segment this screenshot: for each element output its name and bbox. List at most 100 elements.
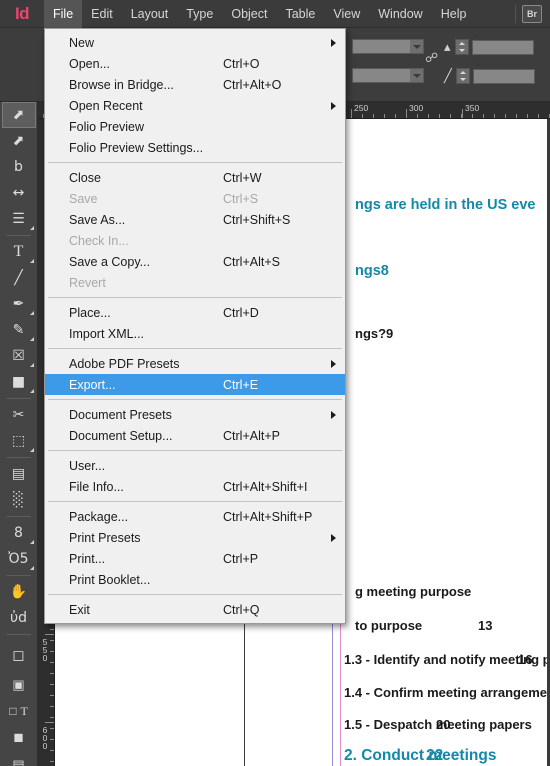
chevron-down-icon[interactable] [473,38,481,56]
menu-item-shortcut: Ctrl+O [223,57,259,71]
skew-icon: ╱ [444,68,452,84]
menubar-item-view[interactable]: View [324,0,369,28]
content-collector-tool[interactable]: ☰ [2,206,36,232]
gap-icon: ↔ [13,185,25,201]
screen-mode-icon: ▤ [12,757,24,766]
menu-item-save: Save Ctrl+S [45,188,345,209]
apply-color-swatch[interactable]: ▣ [2,672,36,698]
pencil-tool[interactable]: ✎ [2,317,36,343]
fill-stroke-icon: ◻ [12,646,24,664]
menu-item-close[interactable]: Close Ctrl+W [45,167,345,188]
note-icon: ὜8 [14,525,23,541]
menu-item-package[interactable]: Package... Ctrl+Alt+Shift+P [45,506,345,527]
ruler-tick [50,651,54,652]
menu-item-file-info[interactable]: File Info... Ctrl+Alt+Shift+I [45,476,345,497]
menubar-item-window[interactable]: Window [369,0,431,28]
submenu-arrow-icon [331,360,336,368]
skew-value-field[interactable] [473,69,535,84]
menubar-item-table[interactable]: Table [276,0,324,28]
chevron-down-icon[interactable] [410,69,423,82]
menu-separator [48,450,342,451]
ruler-tick [50,728,54,729]
rectangle-tool[interactable]: ■ [2,369,36,395]
menubar-item-type[interactable]: Type [177,0,222,28]
free-transform-tool[interactable]: ⬚ [2,428,36,454]
menu-item-save-as[interactable]: Save As... Ctrl+Shift+S [45,209,345,230]
pen-tool[interactable]: ✒ [2,291,36,317]
ruler-label: 600 [40,725,50,749]
menu-item-open-recent[interactable]: Open Recent [45,95,345,116]
menu-item-place[interactable]: Place... Ctrl+D [45,302,345,323]
menu-item-save-a-copy[interactable]: Save a Copy... Ctrl+Alt+S [45,251,345,272]
eyedropper-icon: Ὀ5 [8,551,28,567]
menu-item-document-setup[interactable]: Document Setup... Ctrl+Alt+P [45,425,345,446]
menu-item-print-presets[interactable]: Print Presets [45,527,345,548]
skew-stepper[interactable] [456,68,470,84]
menubar-item-edit[interactable]: Edit [82,0,122,28]
frame-tool[interactable]: ☒ [2,343,36,369]
menu-item-folio-preview-settings[interactable]: Folio Preview Settings... [45,137,345,158]
ruler-tick [538,114,539,118]
fill-stroke-swatch[interactable]: ◻ [2,638,36,672]
ruler-major-tick [45,634,54,635]
ruler-tick [483,114,484,118]
color-none-icon: ▣ [12,677,24,693]
menu-item-user[interactable]: User... [45,455,345,476]
menu-item-label: Print Presets [69,531,141,545]
menu-item-adobe-pdf-presets[interactable]: Adobe PDF Presets [45,353,345,374]
shear-stepper[interactable] [455,39,469,55]
shear-value-field[interactable] [472,40,534,55]
shear-icon: ▴ [444,39,451,55]
link-constrain-toggle[interactable]: ☍ [425,50,438,66]
page-tool[interactable]: ὜b [2,154,36,180]
formatting-affects-toggle[interactable]: □ T [2,698,36,724]
gradient-feather-tool[interactable]: ░ [2,487,36,513]
menu-item-shortcut: Ctrl+Q [223,603,259,617]
menu-item-document-presets[interactable]: Document Presets [45,404,345,425]
type-tool[interactable]: T [2,239,36,265]
menu-item-print-booklet[interactable]: Print Booklet... [45,569,345,590]
control-dropdown-2[interactable] [352,68,424,83]
default-fill-stroke-swatch[interactable]: ■ [2,724,36,752]
control-field-group-bottom [352,68,424,83]
menu-item-browse-in-bridge[interactable]: Browse in Bridge... Ctrl+Alt+O [45,74,345,95]
content-collector-icon: ☰ [12,211,25,227]
chevron-down-icon[interactable] [474,67,482,85]
toolbox-divider [6,516,31,517]
eyedropper-tool[interactable]: Ὀ5 [2,546,36,572]
menubar-item-file[interactable]: File [44,0,82,28]
menu-item-export[interactable]: Export... Ctrl+E [45,374,345,395]
note-tool[interactable]: ὜8 [2,520,36,546]
gap-tool[interactable]: ↔ [2,180,36,206]
ruler-tick [50,739,54,740]
scissors-tool[interactable]: ✂ [2,402,36,428]
control-dropdown-1[interactable] [352,39,424,54]
menu-item-import-xml[interactable]: Import XML... [45,323,345,344]
zoom-tool[interactable]: ὐd [2,605,36,631]
menu-item-exit[interactable]: Exit Ctrl+Q [45,599,345,620]
container-icon: □ [9,704,16,718]
menubar-item-help[interactable]: Help [432,0,476,28]
menu-item-new[interactable]: New [45,32,345,53]
hand-tool[interactable]: ✋ [2,579,36,605]
ruler-tick [50,761,54,762]
toolbox-divider [6,235,31,236]
direct-selection-tool[interactable]: ⬈ [2,128,36,154]
line-tool[interactable]: ╱ [2,265,36,291]
ruler-tick [450,114,451,118]
menu-item-print[interactable]: Print... Ctrl+P [45,548,345,569]
menu-item-shortcut: Ctrl+E [223,378,258,392]
menu-item-shortcut: Ctrl+P [223,552,258,566]
file-menu-dropdown[interactable]: New Open... Ctrl+O Browse in Bridge... Ctrl+… [44,28,346,624]
menu-item-folio-preview[interactable]: Folio Preview [45,116,345,137]
gradient-swatch-tool[interactable]: ▤ [2,461,36,487]
selection-tool[interactable]: ⬈ [2,102,36,128]
control-field-group-top [352,39,424,54]
chevron-down-icon[interactable] [410,40,423,53]
menubar-item-object[interactable]: Object [222,0,276,28]
submenu-arrow-icon [331,102,336,110]
menu-item-open[interactable]: Open... Ctrl+O [45,53,345,74]
menubar-item-layout[interactable]: Layout [122,0,178,28]
screen-mode-toggle[interactable]: ▤ [2,752,36,766]
bridge-button[interactable]: Br [522,5,542,23]
